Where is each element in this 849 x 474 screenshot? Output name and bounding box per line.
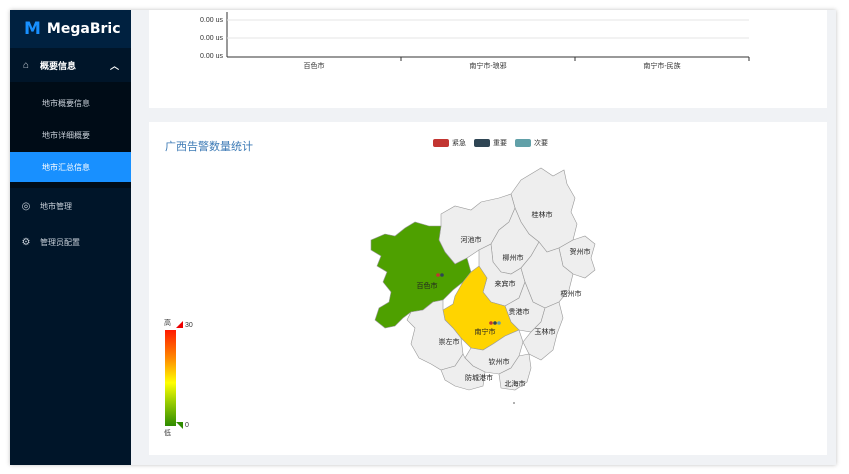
region-label: 梧州市 (561, 289, 582, 298)
map-card: 广西告警数量统计 紧急 重要 次要 桂林市 河池市 柳州市 贺州市 百色市 来宾… (149, 122, 827, 455)
menu-group-overview[interactable]: ⌂ 概要信息 ︿ (10, 48, 131, 82)
region-label: 来宾市 (495, 279, 516, 288)
submenu-item-label: 地市汇总信息 (42, 162, 90, 172)
visual-map-handle-bottom[interactable] (176, 422, 183, 429)
visual-map[interactable]: 高 30 0 低 (163, 318, 203, 438)
menu-item-city-management[interactable]: ◎ 地市管理 (10, 188, 131, 224)
submenu-item-label: 地市概要信息 (42, 98, 90, 108)
island-marker (513, 402, 515, 404)
y-tick-label: 0.00 us (200, 17, 223, 24)
app-window: M MegaBric ⌂ 概要信息 ︿ 地市概要信息 地市详细概要 地市汇总信息… (10, 10, 836, 465)
region-label: 崇左市 (439, 337, 460, 346)
menu-item-label: 管理员配置 (40, 237, 80, 247)
bar-chart: 0.00 us 0.00 us 0.00 us 百色市 南宁市-琅邪 南宁市-民… (200, 12, 750, 70)
region-label: 北海市 (505, 379, 526, 388)
gear-icon: ⚙ (21, 236, 31, 248)
submenu-item-city-summary[interactable]: 地市汇总信息 (10, 152, 131, 182)
submenu-item-city-detail[interactable]: 地市详细概要 (10, 120, 131, 150)
menu-item-label: 地市管理 (40, 201, 72, 211)
logo-icon: M (24, 19, 41, 39)
marker-urgent[interactable] (489, 321, 493, 325)
guangxi-map: 桂林市 河池市 柳州市 贺州市 百色市 来宾市 梧州市 南宁市 贵港市 玉林市 … (370, 167, 596, 404)
x-tick-label: 百色市 (304, 61, 325, 70)
y-tick-label: 0.00 us (200, 35, 223, 42)
region-label: 贺州市 (570, 247, 591, 256)
visual-map-low-label: 低 (164, 430, 171, 437)
app-logo[interactable]: M MegaBric (10, 10, 131, 48)
region-label: 南宁市 (475, 327, 496, 336)
home-icon: ⌂ (22, 59, 30, 71)
region-label: 钦州市 (489, 357, 510, 366)
submenu-item-city-overview[interactable]: 地市概要信息 (10, 88, 131, 118)
region-label: 防城港市 (465, 373, 493, 382)
region-label: 玉林市 (535, 327, 556, 336)
x-tick-label: 南宁市-民族 (643, 61, 680, 70)
visual-map-handle-top[interactable] (176, 321, 183, 328)
region-label: 柳州市 (503, 253, 524, 262)
region-label: 百色市 (417, 281, 438, 290)
marker-urgent[interactable] (436, 273, 440, 277)
marker-important[interactable] (440, 273, 444, 277)
visual-map-max: 30 (185, 322, 193, 329)
visual-map-min: 0 (185, 422, 189, 429)
visual-map-high-label: 高 (164, 320, 171, 327)
chevron-up-icon: ︿ (109, 60, 119, 71)
submenu-item-label: 地市详细概要 (42, 130, 90, 140)
marker-minor[interactable] (497, 321, 501, 325)
app-name: MegaBric (46, 21, 121, 37)
region-label: 河池市 (461, 235, 482, 244)
marker-important[interactable] (493, 321, 497, 325)
visual-map-gradient (165, 330, 176, 426)
submenu-overview: 地市概要信息 地市详细概要 地市汇总信息 (10, 82, 131, 188)
location-icon: ◎ (21, 200, 31, 212)
menu-group-label: 概要信息 (40, 60, 77, 71)
region-label: 贵港市 (509, 307, 530, 316)
bar-chart-card: 0.00 us 0.00 us 0.00 us 百色市 南宁市-琅邪 南宁市-民… (149, 10, 827, 108)
main-content: 0.00 us 0.00 us 0.00 us 百色市 南宁市-琅邪 南宁市-民… (131, 10, 836, 465)
x-tick-label: 南宁市-琅邪 (469, 61, 506, 70)
sidebar: M MegaBric ⌂ 概要信息 ︿ 地市概要信息 地市详细概要 地市汇总信息… (10, 10, 131, 465)
y-tick-label: 0.00 us (200, 53, 223, 60)
menu-item-admin-config[interactable]: ⚙ 管理员配置 (10, 224, 131, 260)
region-label: 桂林市 (532, 210, 553, 219)
